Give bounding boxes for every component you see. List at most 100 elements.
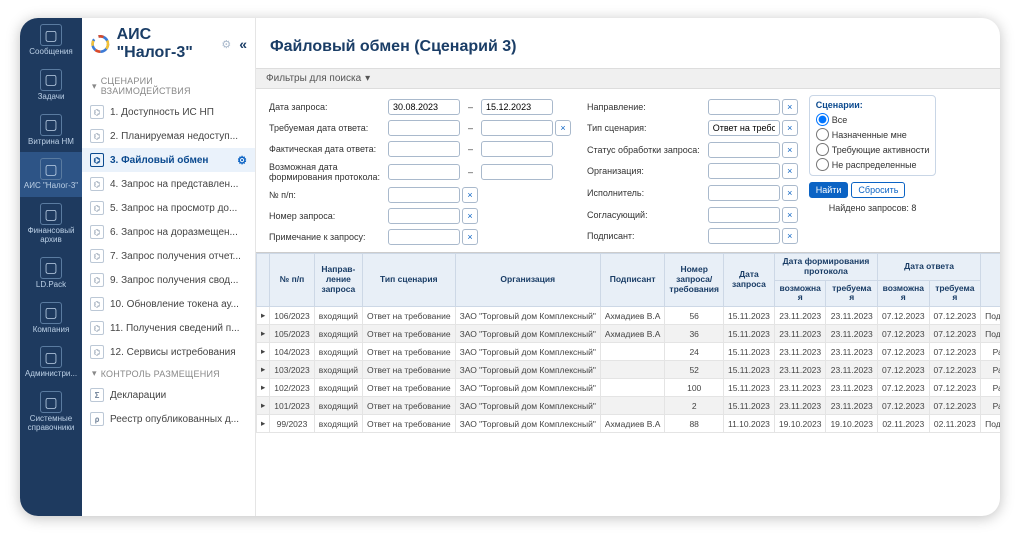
- filter-header[interactable]: Фильтры для поиска ▾: [256, 68, 1000, 89]
- rail-item[interactable]: ▢Системные справочники: [20, 385, 82, 439]
- rail-icon: ▢: [40, 114, 62, 136]
- sidebar-item[interactable]: ρРеестр опубликованных д...: [82, 407, 255, 431]
- find-button[interactable]: Найти: [809, 182, 849, 198]
- table-row[interactable]: ▸101/2023входящийОтвет на требованиеЗАО …: [257, 397, 1001, 415]
- clear-icon[interactable]: ×: [782, 120, 798, 136]
- sidebar-item-label: 6. Запрос на доразмещен...: [110, 227, 238, 238]
- radio-mine[interactable]: Назначенные мне: [816, 128, 930, 141]
- rail-item[interactable]: ▢Задачи: [20, 63, 82, 108]
- fact-ans-to[interactable]: [481, 141, 553, 157]
- clear-icon[interactable]: ×: [782, 185, 798, 201]
- status-input[interactable]: [708, 142, 780, 158]
- clear-icon[interactable]: ×: [462, 208, 478, 224]
- sidebar-section-1[interactable]: ▾ СЦЕНАРИИ ВЗАИМОДЕЙСТВИЯ: [82, 72, 255, 100]
- clear-icon[interactable]: ×: [555, 120, 571, 136]
- scentype-input[interactable]: [708, 120, 780, 136]
- rail-item[interactable]: ▢АИС "Налог-3": [20, 152, 82, 197]
- rail-item[interactable]: ▢Администри...: [20, 340, 82, 385]
- radio-needaction[interactable]: Требующие активности: [816, 143, 930, 156]
- expand-icon[interactable]: ▸: [257, 361, 270, 379]
- rail-item[interactable]: ▢Сообщения: [20, 18, 82, 63]
- sidebar-item-label: 11. Получения сведений п...: [110, 323, 240, 334]
- table-row[interactable]: ▸102/2023входящийОтвет на требованиеЗАО …: [257, 379, 1001, 397]
- clear-icon[interactable]: ×: [782, 228, 798, 244]
- expand-icon[interactable]: ▸: [257, 343, 270, 361]
- sidebar-item[interactable]: ⌬10. Обновление токена ау...: [82, 292, 255, 316]
- results-table-wrap[interactable]: № п/п Направ- ление запроса Тип сценария…: [256, 252, 1000, 433]
- req-ans-to[interactable]: [481, 120, 553, 136]
- rail-item[interactable]: ▢Финансовый архив: [20, 197, 82, 251]
- rail-icon: ▢: [40, 69, 62, 91]
- fact-ans-from[interactable]: [388, 141, 460, 157]
- clear-icon[interactable]: ×: [462, 187, 478, 203]
- org-input[interactable]: [708, 163, 780, 179]
- clear-icon[interactable]: ×: [782, 163, 798, 179]
- table-row[interactable]: ▸103/2023входящийОтвет на требованиеЗАО …: [257, 361, 1001, 379]
- scenario-icon: ⌬: [90, 225, 104, 239]
- table-row[interactable]: ▸105/2023входящийОтвет на требованиеЗАО …: [257, 325, 1001, 343]
- req-ans-from[interactable]: [388, 120, 460, 136]
- expand-icon[interactable]: ▸: [257, 397, 270, 415]
- direction-input[interactable]: [708, 99, 780, 115]
- proto-to[interactable]: [481, 164, 553, 180]
- filter-icon: ▾: [365, 73, 370, 84]
- sidebar-item[interactable]: ⌬ 6. Запрос на доразмещен...: [82, 220, 255, 244]
- signer-input[interactable]: [708, 228, 780, 244]
- radio-unassigned[interactable]: Не распределенные: [816, 158, 930, 171]
- sidebar-section-2[interactable]: ▾ КОНТРОЛЬ РАЗМЕЩЕНИЯ: [82, 364, 255, 383]
- clear-icon[interactable]: ×: [782, 207, 798, 223]
- table-row[interactable]: ▸104/2023входящийОтвет на требованиеЗАО …: [257, 343, 1001, 361]
- reset-button[interactable]: Сбросить: [851, 182, 905, 198]
- date-from-input[interactable]: [388, 99, 460, 115]
- rail-item[interactable]: ▢Витрина НМ: [20, 108, 82, 153]
- proto-from[interactable]: [388, 164, 460, 180]
- sidebar-item[interactable]: ⌬ 2. Планируемая недоступ...: [82, 124, 255, 148]
- sidebar-item[interactable]: ⌬4. Запрос на представлен...: [82, 172, 255, 196]
- sigma-icon: Σ: [90, 388, 104, 402]
- rail-icon: ▢: [40, 391, 62, 413]
- scenario-icon: ⌬: [90, 129, 104, 143]
- sidebar-item[interactable]: ⌬ 11. Получения сведений п...: [82, 316, 255, 340]
- brand: АИС "Налог-3" ⚙ «: [82, 18, 255, 72]
- clear-icon[interactable]: ×: [782, 99, 798, 115]
- radio-all[interactable]: Все: [816, 113, 930, 126]
- rail-icon: ▢: [40, 203, 62, 225]
- rail-icon: ▢: [40, 158, 62, 180]
- rail-item[interactable]: ▢Компания: [20, 296, 82, 341]
- sidebar-item-label: 4. Запрос на представлен...: [110, 179, 238, 190]
- sidebar-item-label: 3. Файловый обмен: [110, 155, 208, 166]
- sidebar-item[interactable]: ⌬12. Сервисы истребования: [82, 340, 255, 364]
- sidebar-item[interactable]: ⌬3. Файловый обмен⚙: [82, 148, 255, 172]
- exec-input[interactable]: [708, 185, 780, 201]
- rail-item[interactable]: ▢LD.Pack: [20, 251, 82, 296]
- date-to-input[interactable]: [481, 99, 553, 115]
- sidebar-item[interactable]: ⌬ 9. Запрос получения свод...: [82, 268, 255, 292]
- clear-icon[interactable]: ×: [782, 142, 798, 158]
- reqno-input[interactable]: [388, 208, 460, 224]
- sidebar-item[interactable]: ⌬5. Запрос на просмотр до...: [82, 196, 255, 220]
- table-row[interactable]: ▸106/2023входящийОтвет на требованиеЗАО …: [257, 307, 1001, 325]
- sidebar-item-label: 2. Планируемая недоступ...: [110, 131, 238, 142]
- note-input[interactable]: [388, 229, 460, 245]
- sidebar-item-label: 10. Обновление токена ау...: [110, 299, 239, 310]
- clear-icon[interactable]: ×: [462, 229, 478, 245]
- gear-icon[interactable]: ⚙: [237, 154, 247, 167]
- sidebar-item[interactable]: ⌬1. Доступность ИС НП: [82, 100, 255, 124]
- sidebar-item[interactable]: ΣДекларации: [82, 383, 255, 407]
- expand-icon[interactable]: ▸: [257, 379, 270, 397]
- expand-icon[interactable]: ▸: [257, 325, 270, 343]
- agree-input[interactable]: [708, 207, 780, 223]
- npp-input[interactable]: [388, 187, 460, 203]
- filter-panel: Дата запроса: – Требуемая дата ответа: –…: [256, 89, 1000, 252]
- expand-icon[interactable]: ▸: [257, 307, 270, 325]
- scenario-icon: ⌬: [90, 321, 104, 335]
- expand-icon[interactable]: ▸: [257, 415, 270, 433]
- table-row[interactable]: ▸99/2023входящийОтвет на требованиеЗАО "…: [257, 415, 1001, 433]
- scenario-icon: ⌬: [90, 105, 104, 119]
- filter-col-2: Направление:× Тип сценария:× Статус обра…: [582, 95, 803, 248]
- collapse-sidebar-icon[interactable]: «: [239, 36, 247, 52]
- sidebar-item[interactable]: ⌬7. Запрос получения отчет...: [82, 244, 255, 268]
- scenario-icon: ⌬: [90, 273, 104, 287]
- sidebar-item-label: 9. Запрос получения свод...: [110, 275, 238, 286]
- settings-gear-icon[interactable]: ⚙: [221, 38, 231, 51]
